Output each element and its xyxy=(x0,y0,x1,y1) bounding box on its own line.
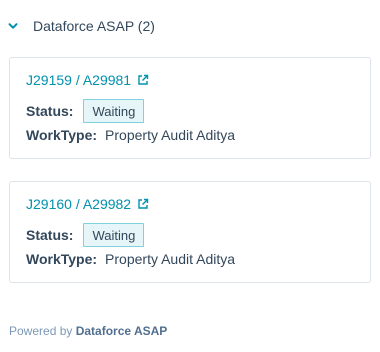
status-label: Status: xyxy=(26,227,74,243)
job-card: J29159 / A29981 Status: Waiting WorkType… xyxy=(9,57,371,159)
worktype-row: WorkType: Property Audit Aditya xyxy=(26,127,235,143)
external-link-icon[interactable] xyxy=(137,74,149,86)
powered-by-footer: Powered by Dataforce ASAP xyxy=(9,324,167,338)
section-toggle[interactable]: Dataforce ASAP (2) xyxy=(6,14,155,38)
chevron-down-icon[interactable] xyxy=(6,19,20,33)
worktype-label: WorkType: xyxy=(26,251,98,267)
job-card: J29160 / A29982 Status: Waiting WorkType… xyxy=(9,181,371,283)
worktype-label: WorkType: xyxy=(26,127,98,143)
job-link[interactable]: J29160 / A29982 xyxy=(26,196,149,212)
job-link-label[interactable]: J29160 / A29982 xyxy=(26,196,131,212)
status-badge: Waiting xyxy=(83,223,145,247)
section-title: Dataforce ASAP (2) xyxy=(33,18,155,34)
job-link-label[interactable]: J29159 / A29981 xyxy=(26,72,131,88)
footer-prefix: Powered by xyxy=(9,324,73,338)
status-badge: Waiting xyxy=(83,99,145,123)
job-link[interactable]: J29159 / A29981 xyxy=(26,72,149,88)
worktype-value: Property Audit Aditya xyxy=(105,251,236,267)
worktype-value: Property Audit Aditya xyxy=(105,127,236,143)
worktype-row: WorkType: Property Audit Aditya xyxy=(26,251,235,267)
external-link-icon[interactable] xyxy=(137,198,149,210)
status-label: Status: xyxy=(26,103,74,119)
footer-brand: Dataforce ASAP xyxy=(75,324,168,338)
status-row: Status: Waiting xyxy=(26,99,145,123)
status-row: Status: Waiting xyxy=(26,223,145,247)
